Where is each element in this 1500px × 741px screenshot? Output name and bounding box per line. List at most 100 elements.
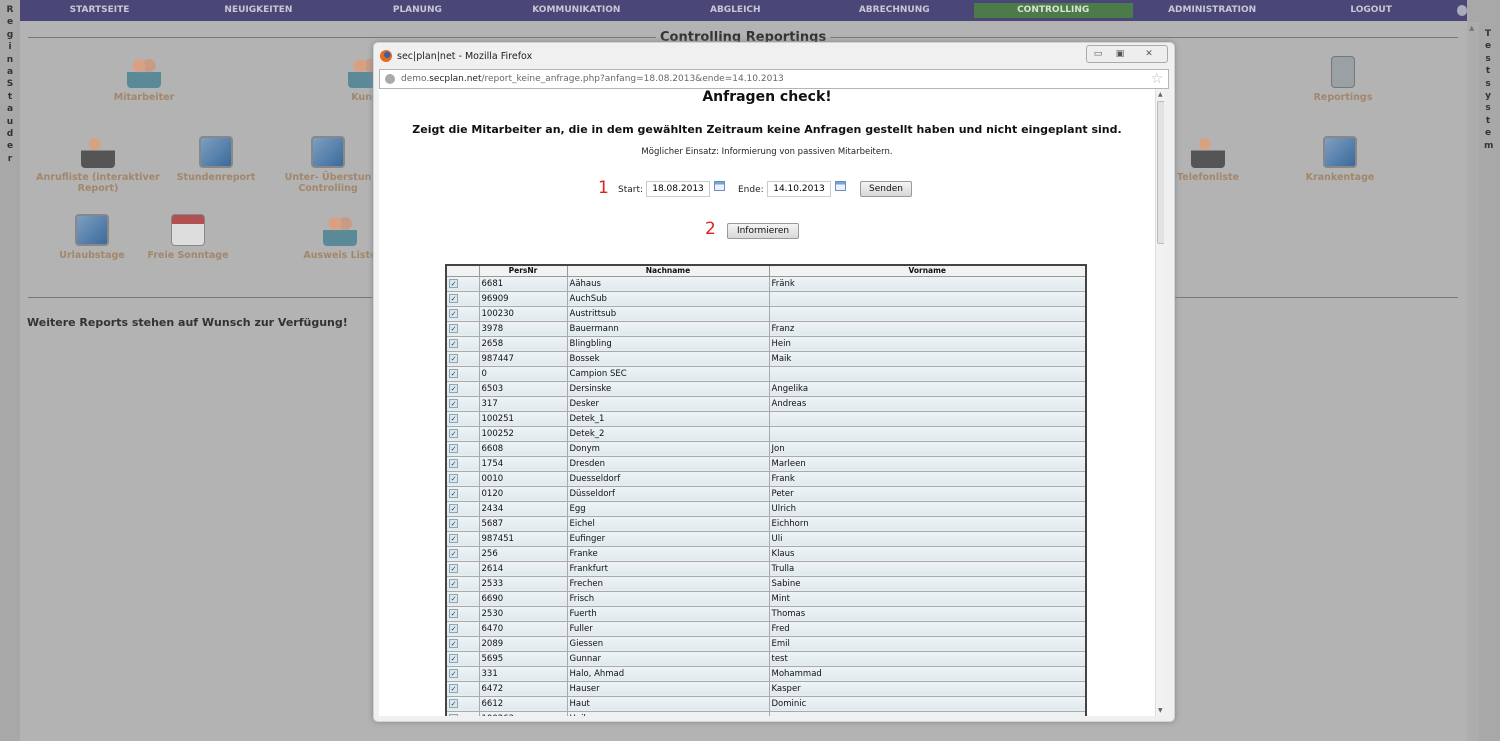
cell-vorname: Mint <box>768 590 1087 607</box>
report-tile[interactable]: Mitarbeiter <box>79 56 209 103</box>
nav-startseite[interactable]: STARTSEITE <box>20 3 179 18</box>
cell-persnr: 2658 <box>478 335 568 352</box>
cell-persnr: 256 <box>478 545 568 562</box>
cell-vorname <box>768 365 1087 382</box>
row-checkbox-cell: ✓ <box>445 695 480 712</box>
report-tile[interactable]: Reportings <box>1278 56 1408 103</box>
url-bar[interactable]: demo. secplan.net/report_keine_anfrage.ph… <box>379 69 1169 89</box>
row-checkbox[interactable]: ✓ <box>449 533 458 543</box>
row-checkbox[interactable]: ✓ <box>449 398 458 408</box>
nav-logout[interactable]: LOGOUT <box>1292 3 1451 18</box>
start-label: Start: <box>618 185 644 195</box>
cell-nachname: Haike <box>566 710 770 716</box>
row-checkbox[interactable]: ✓ <box>449 278 458 288</box>
nav-kommunikation[interactable]: KOMMUNIKATION <box>497 3 656 18</box>
close-button[interactable]: ✕ <box>1131 46 1167 62</box>
row-checkbox[interactable]: ✓ <box>449 668 458 678</box>
send-button[interactable]: Senden <box>860 181 912 197</box>
row-checkbox-cell: ✓ <box>445 680 480 697</box>
row-checkbox[interactable]: ✓ <box>449 683 458 693</box>
nav-controlling[interactable]: CONTROLLING <box>973 3 1133 18</box>
row-checkbox[interactable]: ✓ <box>449 293 458 303</box>
report-tile-label: Freie Sonntage <box>147 250 229 261</box>
calendar-icon[interactable] <box>835 181 846 191</box>
maximize-button[interactable]: ▣ <box>1109 46 1131 62</box>
row-checkbox[interactable]: ✓ <box>449 623 458 633</box>
row-checkbox[interactable]: ✓ <box>449 593 458 603</box>
table-row: ✓ 6608 Donym Jon <box>445 440 1087 457</box>
row-checkbox[interactable]: ✓ <box>449 518 458 528</box>
cell-nachname: Haut <box>566 695 770 712</box>
column-header[interactable]: PersNr <box>478 264 568 277</box>
nav-abgleich[interactable]: ABGLEICH <box>656 3 815 18</box>
start-date-input[interactable]: 18.08.2013 <box>646 181 710 197</box>
table-row: ✓ 2533 Frechen Sabine <box>445 575 1087 592</box>
cell-persnr: 2089 <box>478 635 568 652</box>
cell-nachname: Frechen <box>566 575 770 592</box>
inform-button[interactable]: Informieren <box>727 223 799 239</box>
row-checkbox[interactable]: ✓ <box>449 413 458 423</box>
row-checkbox[interactable]: ✓ <box>449 428 458 438</box>
cell-nachname: Duesseldorf <box>566 470 770 487</box>
cell-vorname: Sabine <box>768 575 1087 592</box>
row-checkbox[interactable]: ✓ <box>449 608 458 618</box>
cell-vorname: Fränk <box>768 275 1087 292</box>
row-checkbox[interactable]: ✓ <box>449 713 458 716</box>
row-checkbox[interactable]: ✓ <box>449 473 458 483</box>
row-checkbox[interactable]: ✓ <box>449 383 458 393</box>
end-date-input[interactable]: 14.10.2013 <box>767 181 831 197</box>
row-checkbox[interactable]: ✓ <box>449 458 458 468</box>
nav-administration[interactable]: ADMINISTRATION <box>1133 3 1292 18</box>
column-header[interactable]: Vorname <box>768 264 1087 277</box>
row-checkbox[interactable]: ✓ <box>449 653 458 663</box>
row-checkbox[interactable]: ✓ <box>449 503 458 513</box>
row-checkbox-cell: ✓ <box>445 575 480 592</box>
url-prefix: demo. <box>401 74 430 84</box>
cell-nachname: Gunnar <box>566 650 770 667</box>
system-name-vertical: Testsystem <box>1481 28 1495 152</box>
row-checkbox[interactable]: ✓ <box>449 338 458 348</box>
cell-persnr: 0 <box>478 365 568 382</box>
row-checkbox[interactable]: ✓ <box>449 578 458 588</box>
row-checkbox-cell: ✓ <box>445 545 480 562</box>
row-checkbox[interactable]: ✓ <box>449 563 458 573</box>
page-scrollbar[interactable]: ▲ <box>1467 22 1479 741</box>
bookmark-star-icon[interactable]: ☆ <box>1150 71 1163 87</box>
report-tile[interactable]: Stundenreport <box>151 136 281 183</box>
calendar-icon <box>171 214 205 246</box>
nav-planung[interactable]: PLANUNG <box>338 3 497 18</box>
cell-persnr: 6690 <box>478 590 568 607</box>
help-icon[interactable] <box>1456 5 1467 16</box>
row-checkbox[interactable]: ✓ <box>449 353 458 363</box>
row-checkbox-cell: ✓ <box>445 560 480 577</box>
calendar-icon[interactable] <box>714 181 725 191</box>
report-tile[interactable]: Anrufliste (interaktiver Report) <box>33 136 163 194</box>
minimize-button[interactable]: ▭ <box>1087 46 1109 62</box>
cell-nachname: Donym <box>566 440 770 457</box>
row-checkbox[interactable]: ✓ <box>449 548 458 558</box>
popup-scrollbar[interactable]: ▲ ▼ <box>1155 89 1164 716</box>
row-checkbox[interactable]: ✓ <box>449 368 458 378</box>
scrollbar-thumb[interactable] <box>1157 101 1164 244</box>
nav-neuigkeiten[interactable]: NEUIGKEITEN <box>179 3 338 18</box>
row-checkbox-cell: ✓ <box>445 605 480 622</box>
nav-abrechnung[interactable]: ABRECHNUNG <box>815 3 974 18</box>
report-tile[interactable]: Krankentage <box>1275 136 1405 183</box>
cell-vorname: Kasper <box>768 680 1087 697</box>
table-row: ✓ 987447 Bossek Maik <box>445 350 1087 367</box>
main-nav: STARTSEITE NEUIGKEITEN PLANUNG KOMMUNIKATIO… <box>20 0 1467 21</box>
column-header[interactable]: Nachname <box>566 264 770 277</box>
column-header[interactable] <box>445 264 480 277</box>
report-tile[interactable]: Freie Sonntage <box>123 214 253 261</box>
table-row: ✓ 96909 AuchSub <box>445 290 1087 307</box>
row-checkbox[interactable]: ✓ <box>449 488 458 498</box>
employee-table: PersNr Nachname Vorname ✓ 6681 Aähaus Fränk ✓ 9… <box>445 264 1087 716</box>
table-row: ✓ 3978 Bauermann Franz <box>445 320 1087 337</box>
row-checkbox-cell: ✓ <box>445 275 480 292</box>
row-checkbox[interactable]: ✓ <box>449 323 458 333</box>
table-row: ✓ 6690 Frisch Mint <box>445 590 1087 607</box>
row-checkbox[interactable]: ✓ <box>449 443 458 453</box>
row-checkbox[interactable]: ✓ <box>449 698 458 708</box>
row-checkbox[interactable]: ✓ <box>449 308 458 318</box>
row-checkbox[interactable]: ✓ <box>449 638 458 648</box>
